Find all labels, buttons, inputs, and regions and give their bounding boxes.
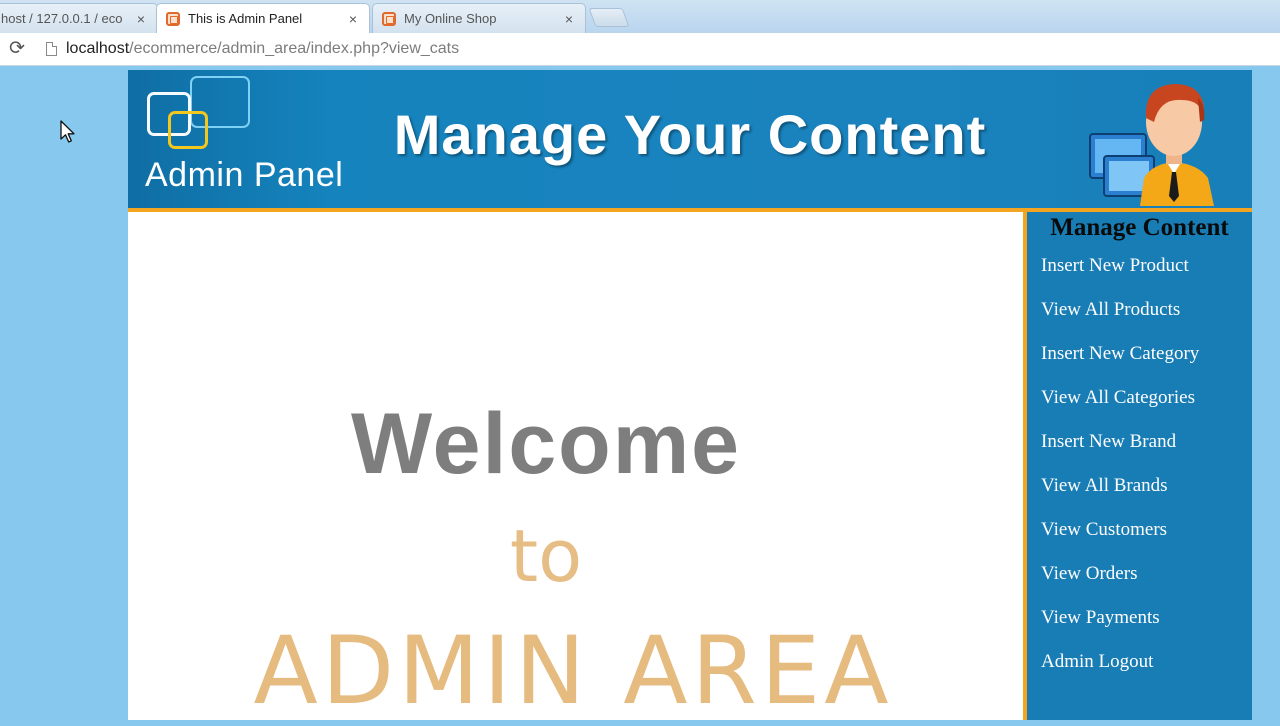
address-bar[interactable]: localhost/ecommerce/admin_area/index.php… — [66, 40, 459, 58]
logo-text: Admin Panel — [145, 156, 344, 194]
tab-admin-panel[interactable]: This is Admin Panel × — [156, 3, 370, 33]
page-icon — [46, 42, 57, 56]
sidebar-item-view-categories[interactable]: View All Categories — [1041, 388, 1199, 432]
sidebar-title: Manage Content — [1050, 214, 1229, 241]
admin-panel-logo: Admin Panel — [142, 76, 372, 201]
browser-tab-strip: host / 127.0.0.1 / eco × This is Admin P… — [0, 0, 1280, 33]
sidebar-item-view-payments[interactable]: View Payments — [1041, 608, 1199, 652]
logo-square-yellow — [168, 111, 208, 149]
tab-title: host / 127.0.0.1 / eco — [1, 11, 123, 26]
tab-close-icon[interactable]: × — [562, 11, 576, 27]
browser-toolbar: ⟳ localhost/ecommerce/admin_area/index.p… — [0, 33, 1280, 66]
content-area: Welcome to ADMIN AREA — [128, 212, 1023, 726]
page-wrapper: Admin Panel Manage Your Content Welcome … — [128, 70, 1252, 726]
tab-online-shop[interactable]: My Online Shop × — [372, 3, 586, 33]
tab-title: This is Admin Panel — [188, 11, 303, 26]
tab-close-icon[interactable]: × — [134, 11, 148, 27]
sidebar-item-insert-product[interactable]: Insert New Product — [1041, 256, 1199, 300]
sidebar-menu: Insert New Product View All Products Ins… — [1041, 256, 1199, 696]
xampp-icon — [166, 11, 180, 26]
sidebar-item-view-customers[interactable]: View Customers — [1041, 520, 1199, 564]
new-tab-button[interactable] — [588, 8, 630, 27]
sidebar: Manage Content Insert New Product View A… — [1023, 212, 1252, 720]
sidebar-item-insert-brand[interactable]: Insert New Brand — [1041, 432, 1199, 476]
reload-icon[interactable]: ⟳ — [7, 39, 27, 59]
tab-title: My Online Shop — [404, 11, 497, 26]
url-path: /ecommerce/admin_area/index.php?view_cat… — [129, 40, 460, 57]
tab-close-icon[interactable]: × — [346, 11, 360, 27]
sidebar-item-view-orders[interactable]: View Orders — [1041, 564, 1199, 608]
xampp-icon — [382, 11, 396, 26]
header-title: Manage Your Content — [393, 103, 987, 166]
tab-phpmyadmin[interactable]: host / 127.0.0.1 / eco × — [0, 3, 158, 33]
welcome-to-text: to — [509, 514, 583, 598]
admin-area-text: ADMIN AREA — [253, 617, 893, 726]
mouse-pointer-icon — [60, 120, 75, 143]
page-header: Admin Panel Manage Your Content — [128, 70, 1252, 212]
sidebar-item-view-brands[interactable]: View All Brands — [1041, 476, 1199, 520]
url-host: localhost — [66, 40, 130, 57]
welcome-heading: Welcome — [351, 396, 741, 492]
sidebar-item-insert-category[interactable]: Insert New Category — [1041, 344, 1199, 388]
sidebar-item-view-products[interactable]: View All Products — [1041, 300, 1199, 344]
sidebar-item-admin-logout[interactable]: Admin Logout — [1041, 652, 1199, 696]
admin-user-icon — [1089, 84, 1214, 206]
